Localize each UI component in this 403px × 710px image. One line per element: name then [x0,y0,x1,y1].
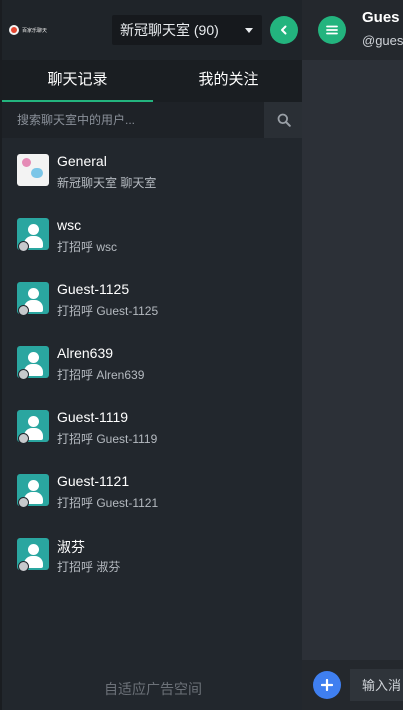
list-item-name: General [57,153,107,169]
list-item-subtitle: 打招呼 Guest-1121 [57,496,159,510]
add-attachment-button[interactable] [313,671,341,699]
sidebar: 百家乐聊天 新冠聊天室 (90) 聊天记录 我的关注 搜索聊天室中的用户... … [0,0,304,710]
list-item[interactable]: General 新冠聊天室 聊天室 [2,140,304,204]
list-item[interactable]: Guest-1121 打招呼 Guest-1121 [2,460,304,524]
logo-text: 百家乐聊天 [22,27,48,34]
list-item-subtitle: 打招呼 Alren639 [57,368,145,382]
status-dot [18,433,29,444]
list-item-name: Guest-1121 [57,473,130,489]
room-select[interactable]: 新冠聊天室 (90) [112,15,262,45]
site-logo[interactable]: 百家乐聊天 [9,24,51,36]
list-item-name: wsc [57,217,82,233]
search-input[interactable] [2,102,264,138]
search-icon [277,113,291,127]
chat-title: Gues [362,9,400,26]
tab-following[interactable]: 我的关注 [153,60,304,102]
collapse-sidebar-button[interactable] [270,16,298,44]
chat-list: General 新冠聊天室 聊天室 wsc 打招呼 wsc Guest-1125… [2,140,304,588]
status-dot [18,497,29,508]
status-dot [18,241,29,252]
app-root: 百家乐聊天 新冠聊天室 (90) 聊天记录 我的关注 搜索聊天室中的用户... … [0,0,403,710]
plus-icon [321,679,333,691]
list-item-subtitle: 打招呼 Guest-1125 [57,304,159,318]
list-item-subtitle: 打招呼 wsc [57,240,118,254]
chat-header: Gues @gues [302,0,403,60]
list-item-name: Guest-1125 [57,281,130,297]
list-item-subtitle: 新冠聊天室 聊天室 [57,176,157,190]
menu-button[interactable] [318,16,346,44]
list-item-name: Guest-1119 [57,409,129,425]
chevron-left-icon [281,25,287,35]
menu-icon [326,25,338,35]
status-dot [18,305,29,316]
tab-chat-history[interactable]: 聊天记录 [2,60,153,102]
chat-panel: Gues @gues [302,0,403,710]
list-item[interactable]: 淑芬 打招呼 淑芬 [2,524,304,588]
ad-space: 自适应广告空间 [104,681,202,697]
sidebar-topbar: 百家乐聊天 新冠聊天室 (90) [2,0,304,60]
list-item-subtitle: 打招呼 Guest-1119 [57,432,158,446]
room-avatar [17,154,49,186]
message-input[interactable] [350,669,403,701]
list-item[interactable]: wsc 打招呼 wsc [2,204,304,268]
chevron-down-icon [245,28,253,33]
list-item-name: 淑芬 [57,539,85,555]
user-search [2,102,304,138]
sidebar-tabs: 聊天记录 我的关注 [2,60,304,102]
list-item-name: Alren639 [57,345,114,361]
logo-icon [9,25,19,35]
search-button[interactable] [264,102,304,138]
list-item[interactable]: Guest-1125 打招呼 Guest-1125 [2,268,304,332]
status-dot [18,369,29,380]
chat-handle: @gues [362,33,403,48]
message-composer [302,660,403,710]
list-item[interactable]: Guest-1119 打招呼 Guest-1119 [2,396,304,460]
list-item[interactable]: Alren639 打招呼 Alren639 [2,332,304,396]
list-item-subtitle: 打招呼 淑芬 [57,560,121,574]
status-dot [18,561,29,572]
room-select-value: 新冠聊天室 (90) [120,22,219,38]
